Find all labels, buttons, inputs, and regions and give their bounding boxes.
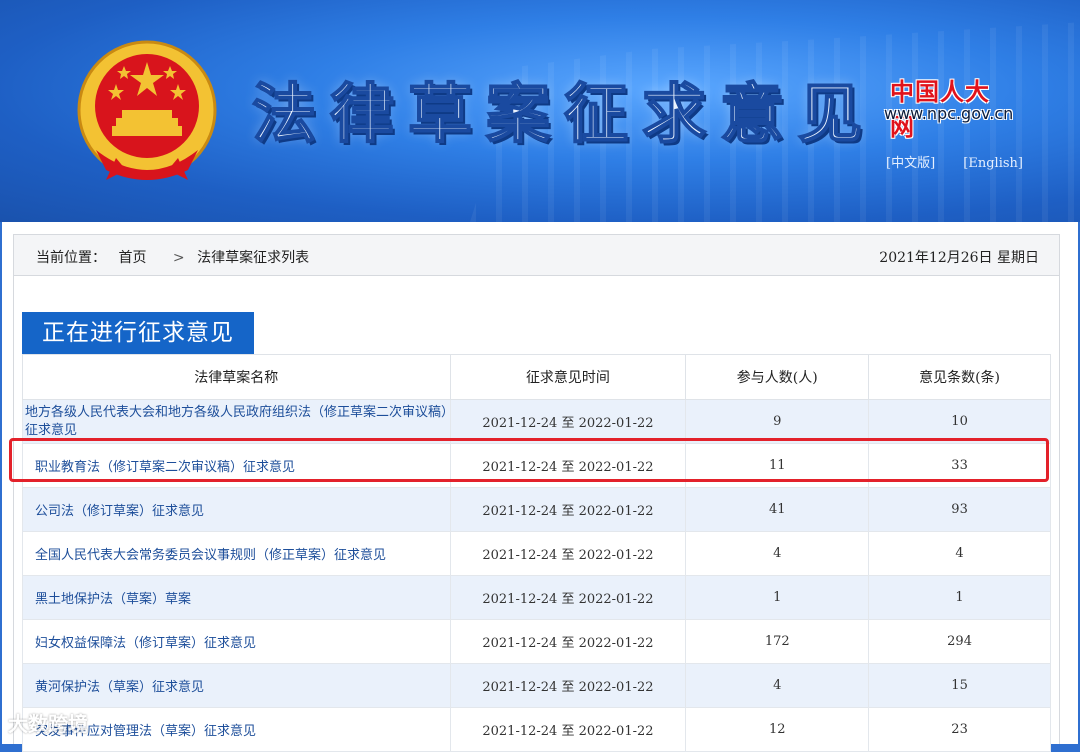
draft-participants: 172 [685,619,870,664]
drafts-table: 法律草案名称 征求意见时间 参与人数(人) 意见条数(条) 地方各级人民代表大会… [22,354,1051,752]
draft-period: 2021-12-24 至 2022-01-22 [449,399,687,444]
breadcrumb-label: 当前位置： [36,250,106,266]
draft-period: 2021-12-24 至 2022-01-22 [449,443,687,488]
draft-opinions: 15 [868,663,1051,708]
table-row[interactable]: 公司法（修订草案）征求意见 2021-12-24 至 2022-01-22 41… [22,487,1051,532]
breadcrumb: 当前位置： 首页 > 法律草案征求列表 2021年12月26日 星期日 [13,234,1060,276]
table-row[interactable]: 黄河保护法（草案）征求意见 2021-12-24 至 2022-01-22 4 … [22,663,1051,708]
draft-name-link[interactable]: 黑土地保护法（草案）草案 [22,575,451,620]
main-content: 当前位置： 首页 > 法律草案征求列表 2021年12月26日 星期日 正在进行… [2,222,1078,752]
section-title: 正在进行征求意见 [22,312,254,354]
draft-opinions: 10 [868,399,1051,444]
draft-participants: 9 [685,399,870,444]
breadcrumb-current[interactable]: 法律草案征求列表 [197,250,309,266]
table-header-row: 法律草案名称 征求意见时间 参与人数(人) 意见条数(条) [22,354,1051,400]
table-row[interactable]: 全国人民代表大会常务委员会议事规则（修正草案）征求意见 2021-12-24 至… [22,531,1051,576]
draft-participants: 41 [685,487,870,532]
banner-title: 法律草案征求意见 [251,77,876,153]
column-header-opinions: 意见条数(条) [868,354,1051,400]
site-url[interactable]: www.npc.gov.cn [884,104,1013,123]
table-row[interactable]: 妇女权益保障法（修订草案）征求意见 2021-12-24 至 2022-01-2… [22,619,1051,664]
current-date: 2021年12月26日 星期日 [879,250,1039,266]
language-switcher: [中文版] [English] [886,152,1047,171]
draft-opinions: 1 [868,575,1051,620]
draft-opinions: 4 [868,531,1051,576]
draft-name-link[interactable]: 黄河保护法（草案）征求意见 [22,663,451,708]
draft-name-link[interactable]: 公司法（修订草案）征求意见 [22,487,451,532]
draft-participants: 12 [685,707,870,752]
draft-period: 2021-12-24 至 2022-01-22 [449,575,687,620]
national-emblem-icon [77,40,217,180]
draft-period: 2021-12-24 至 2022-01-22 [449,707,687,752]
draft-name-link[interactable]: 全国人民代表大会常务委员会议事规则（修正草案）征求意见 [22,531,451,576]
draft-participants: 4 [685,663,870,708]
draft-opinions: 23 [868,707,1051,752]
draft-opinions: 33 [868,443,1051,488]
draft-participants: 1 [685,575,870,620]
column-header-participants: 参与人数(人) [685,354,870,400]
draft-opinions: 294 [868,619,1051,664]
draft-period: 2021-12-24 至 2022-01-22 [449,531,687,576]
column-header-period: 征求意见时间 [449,354,687,400]
draft-period: 2021-12-24 至 2022-01-22 [449,619,687,664]
draft-name-link[interactable]: 妇女权益保障法（修订草案）征求意见 [22,619,451,664]
lang-chinese-link[interactable]: [中文版] [886,156,935,171]
header-banner: 法律草案征求意见 中国人大网 www.npc.gov.cn [中文版] [Eng… [0,0,1080,222]
watermark-text: 大数跨境 [8,712,88,736]
table-row[interactable]: 突发事件应对管理法（草案）征求意见 2021-12-24 至 2022-01-2… [22,707,1051,752]
table-row[interactable]: 黑土地保护法（草案）草案 2021-12-24 至 2022-01-22 1 1 [22,575,1051,620]
draft-participants: 11 [685,443,870,488]
column-header-name: 法律草案名称 [22,354,451,400]
draft-period: 2021-12-24 至 2022-01-22 [449,663,687,708]
draft-participants: 4 [685,531,870,576]
breadcrumb-separator: > [172,250,185,266]
lang-english-link[interactable]: [English] [963,156,1023,171]
draft-name-link[interactable]: 地方各级人民代表大会和地方各级人民政府组织法（修正草案二次审议稿）征求意见 [22,399,451,444]
table-row[interactable]: 职业教育法（修订草案二次审议稿）征求意见 2021-12-24 至 2022-0… [22,443,1051,488]
breadcrumb-home-link[interactable]: 首页 [118,250,146,266]
draft-opinions: 93 [868,487,1051,532]
draft-name-link[interactable]: 职业教育法（修订草案二次审议稿）征求意见 [22,443,451,488]
draft-period: 2021-12-24 至 2022-01-22 [449,487,687,532]
table-row[interactable]: 地方各级人民代表大会和地方各级人民政府组织法（修正草案二次审议稿）征求意见 20… [22,399,1051,444]
